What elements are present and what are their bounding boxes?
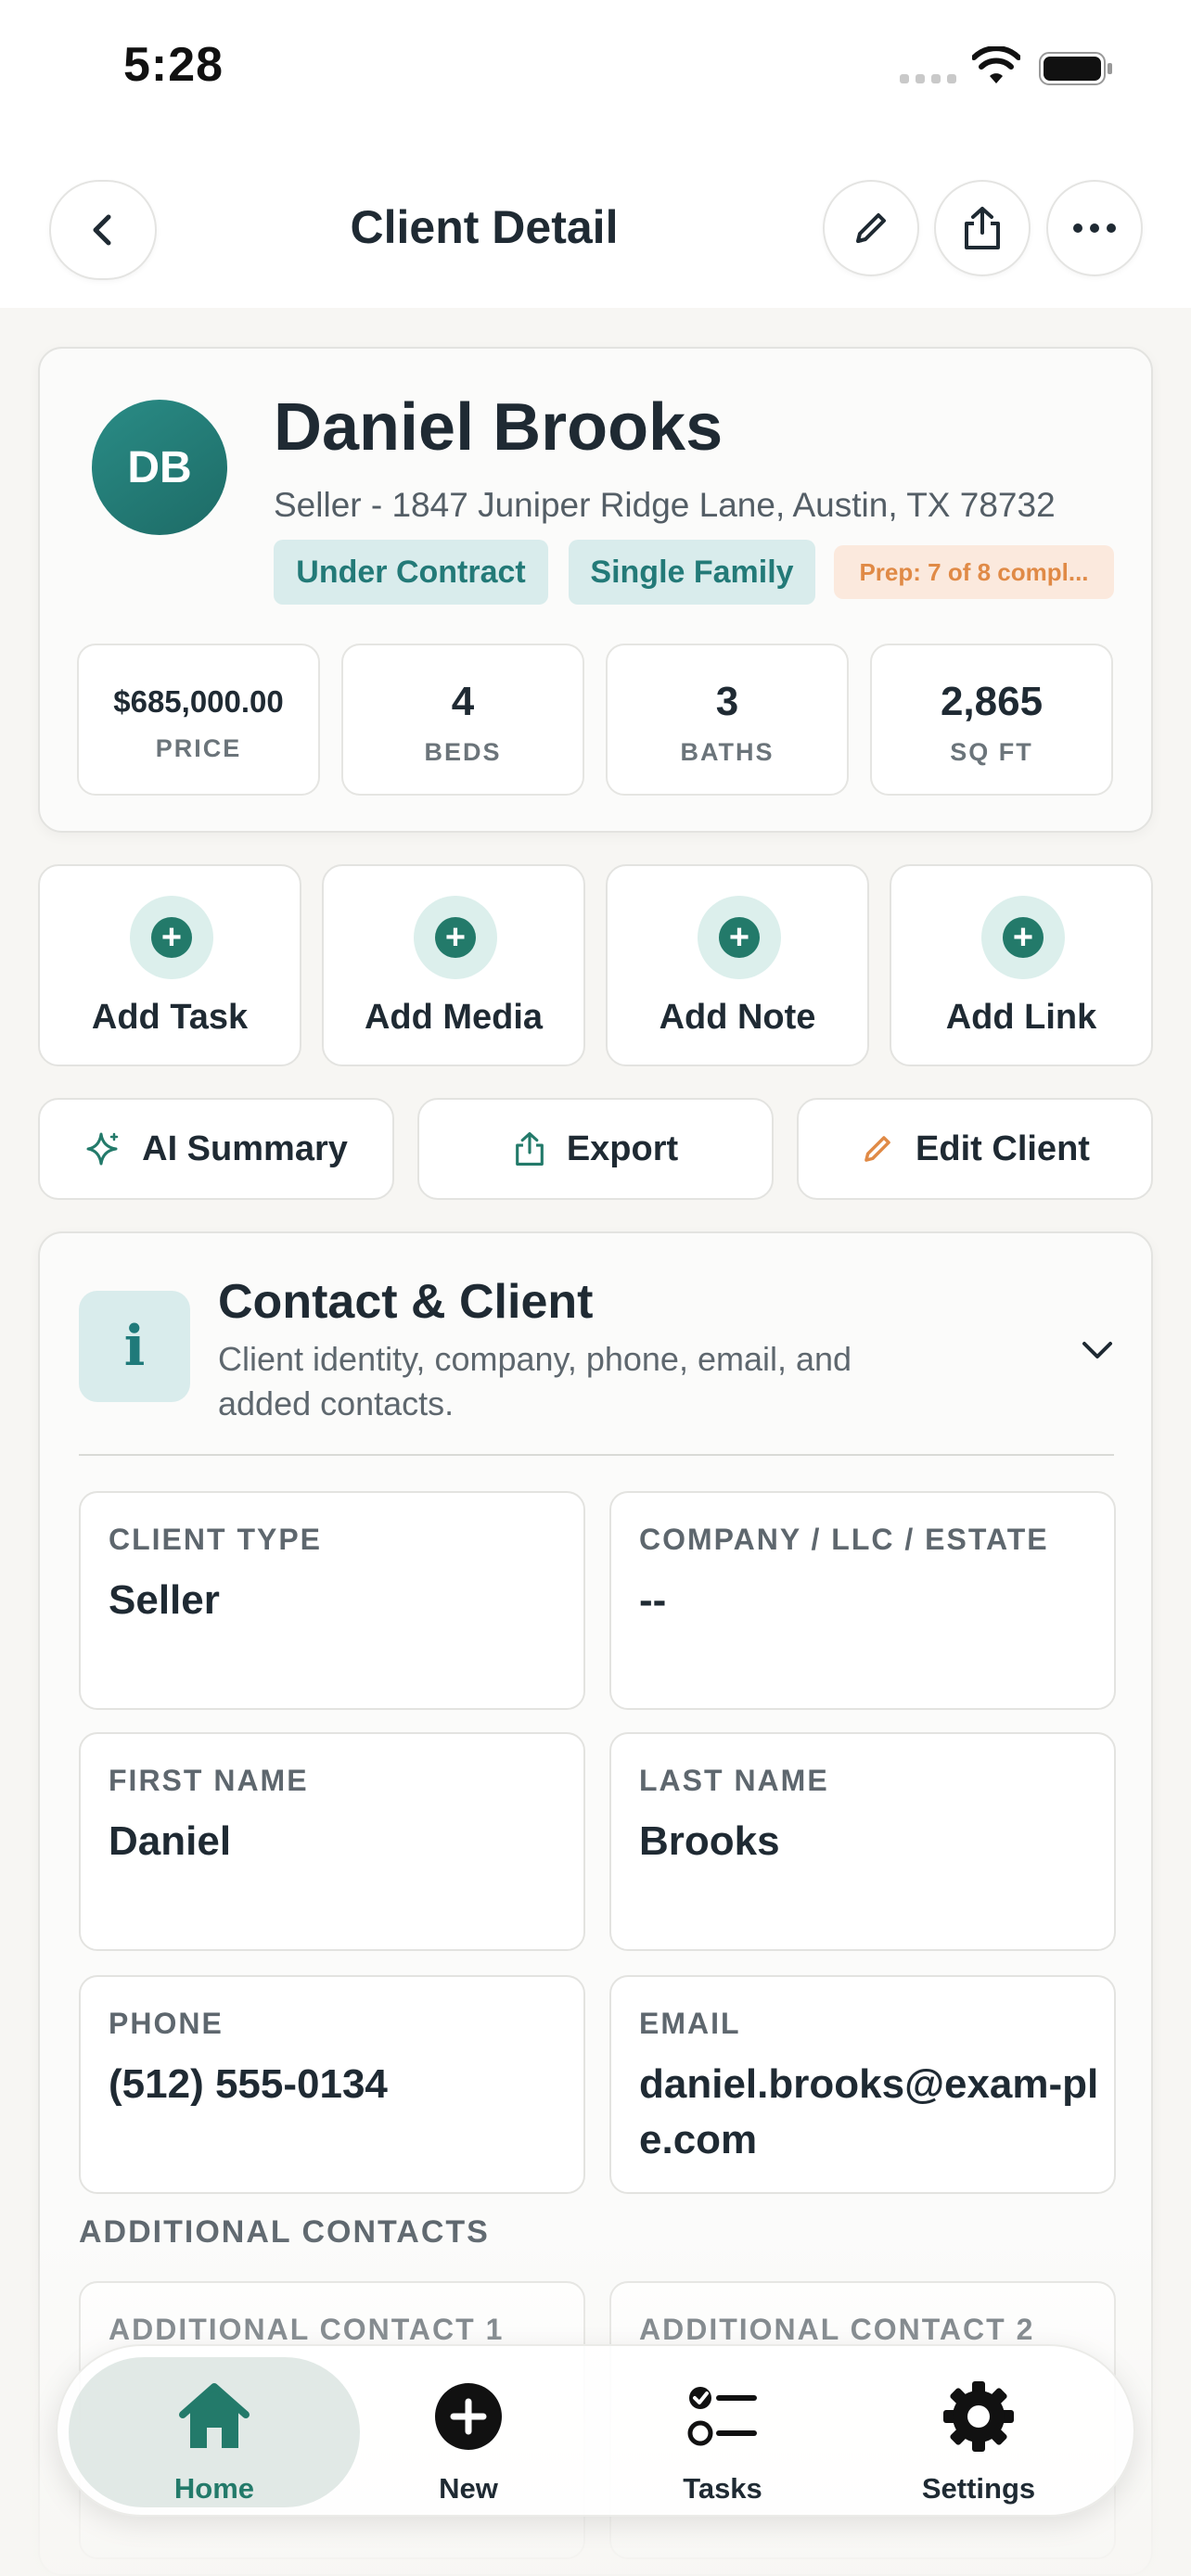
add-task-button[interactable]: + Add Task bbox=[38, 864, 301, 1066]
tab-new[interactable]: New bbox=[334, 2346, 603, 2519]
section-title: Contact & Client bbox=[218, 1275, 594, 1329]
add-link-label: Add Link bbox=[945, 998, 1097, 1037]
prep-progress-badge: Prep: 7 of 8 compl... bbox=[834, 545, 1114, 599]
status-bar: 5:28 bbox=[0, 0, 1191, 139]
stat-value: 3 bbox=[715, 679, 739, 724]
first-name-field[interactable]: FIRST NAME Daniel bbox=[79, 1732, 585, 1951]
field-value: (512) 555-0134 bbox=[109, 2061, 388, 2107]
tab-label: Tasks bbox=[683, 2472, 762, 2505]
field-value: Seller bbox=[109, 1577, 220, 1623]
tab-home[interactable]: Home bbox=[80, 2346, 349, 2519]
stat-beds: 4 BEDS bbox=[341, 644, 584, 796]
client-subtitle: Seller - 1847 Juniper Ridge Lane, Austin… bbox=[274, 486, 1056, 524]
more-button[interactable] bbox=[1046, 180, 1143, 276]
stat-value: 2,865 bbox=[940, 679, 1044, 724]
stat-baths: 3 BATHS bbox=[606, 644, 849, 796]
divider bbox=[79, 1454, 1114, 1456]
status-time: 5:28 bbox=[123, 38, 224, 92]
field-label: ADDITIONAL CONTACT 2 bbox=[639, 2313, 1035, 2346]
ai-summary-label: AI Summary bbox=[142, 1129, 348, 1168]
field-value: daniel.brooks@exam-ple.com bbox=[639, 2061, 1099, 2162]
field-label: ADDITIONAL CONTACT 1 bbox=[109, 2313, 505, 2346]
client-summary-card: DB Daniel Brooks Seller - 1847 Juniper R… bbox=[38, 347, 1153, 833]
house-icon bbox=[179, 2383, 250, 2448]
chevron-down-icon[interactable] bbox=[1077, 1330, 1118, 1371]
ai-summary-button[interactable]: AI Summary bbox=[38, 1098, 394, 1200]
share-button[interactable] bbox=[934, 180, 1031, 276]
wifi-icon bbox=[972, 46, 1020, 83]
sparkle-icon bbox=[86, 1132, 119, 1166]
additional-contacts-heading: ADDITIONAL CONTACTS bbox=[79, 2214, 490, 2250]
client-type-field[interactable]: CLIENT TYPE Seller bbox=[79, 1491, 585, 1710]
export-button[interactable]: Export bbox=[417, 1098, 774, 1200]
plus-circle-icon: + bbox=[698, 896, 781, 979]
edit-client-label: Edit Client bbox=[916, 1129, 1090, 1168]
tab-label: New bbox=[439, 2472, 498, 2505]
navigation-bar: Client Detail bbox=[0, 139, 1191, 308]
edit-button[interactable] bbox=[823, 180, 919, 276]
email-field[interactable]: EMAIL daniel.brooks@exam-ple.com bbox=[609, 1975, 1116, 2194]
ellipsis-icon bbox=[1073, 223, 1116, 233]
info-icon: i bbox=[79, 1291, 190, 1402]
pencil-icon bbox=[864, 1136, 890, 1162]
tab-label: Settings bbox=[921, 2472, 1036, 2505]
plus-circle-icon: + bbox=[414, 896, 497, 979]
field-value: Daniel bbox=[109, 1818, 232, 1864]
add-link-button[interactable]: + Add Link bbox=[890, 864, 1153, 1066]
stat-label: BATHS bbox=[680, 738, 775, 766]
add-media-button[interactable]: + Add Media bbox=[322, 864, 585, 1066]
stat-value: 4 bbox=[451, 679, 475, 724]
stat-label: BEDS bbox=[424, 738, 502, 766]
field-label: PHONE bbox=[109, 2007, 224, 2040]
checklist-icon bbox=[687, 2387, 757, 2446]
field-value: Brooks bbox=[639, 1818, 780, 1864]
field-label: EMAIL bbox=[639, 2007, 741, 2040]
field-label: CLIENT TYPE bbox=[109, 1523, 323, 1556]
export-label: Export bbox=[566, 1129, 679, 1168]
client-name: Daniel Brooks bbox=[274, 390, 724, 465]
tab-bar: Home New Tasks Settings bbox=[56, 2344, 1135, 2517]
stat-label: PRICE bbox=[155, 734, 242, 762]
share-icon bbox=[965, 207, 1000, 249]
section-description: Client identity, company, phone, email, … bbox=[218, 1340, 852, 1422]
battery-icon bbox=[1039, 52, 1112, 85]
field-label: COMPANY / LLC / ESTATE bbox=[639, 1523, 1049, 1556]
edit-client-button[interactable]: Edit Client bbox=[797, 1098, 1153, 1200]
tab-tasks[interactable]: Tasks bbox=[588, 2346, 857, 2519]
company-field[interactable]: COMPANY / LLC / ESTATE -- bbox=[609, 1491, 1116, 1710]
add-task-label: Add Task bbox=[91, 998, 249, 1037]
tab-settings[interactable]: Settings bbox=[844, 2346, 1113, 2519]
stat-price: $685,000.00 PRICE bbox=[77, 644, 320, 796]
avatar: DB bbox=[92, 400, 227, 535]
last-name-field[interactable]: LAST NAME Brooks bbox=[609, 1732, 1116, 1951]
phone-field[interactable]: PHONE (512) 555-0134 bbox=[79, 1975, 585, 2194]
field-label: FIRST NAME bbox=[109, 1764, 309, 1797]
tab-label: Home bbox=[173, 2472, 255, 2505]
field-value: -- bbox=[639, 1577, 667, 1623]
plus-circle-icon: + bbox=[981, 896, 1065, 979]
status-badge: Under Contract bbox=[274, 540, 548, 605]
property-type-badge: Single Family bbox=[569, 540, 815, 605]
stat-label: SQ FT bbox=[950, 738, 1033, 766]
stat-sqft: 2,865 SQ FT bbox=[870, 644, 1113, 796]
stat-value: $685,000.00 bbox=[113, 684, 284, 719]
add-note-button[interactable]: + Add Note bbox=[606, 864, 869, 1066]
add-note-label: Add Note bbox=[659, 998, 816, 1037]
plus-circle-icon bbox=[435, 2383, 502, 2450]
cellular-signal-icon bbox=[900, 74, 956, 83]
gear-icon bbox=[943, 2381, 1014, 2452]
field-label: LAST NAME bbox=[639, 1764, 829, 1797]
plus-circle-icon: + bbox=[130, 896, 213, 979]
share-icon bbox=[515, 1132, 544, 1166]
pencil-icon bbox=[856, 213, 886, 243]
add-media-label: Add Media bbox=[364, 998, 544, 1037]
